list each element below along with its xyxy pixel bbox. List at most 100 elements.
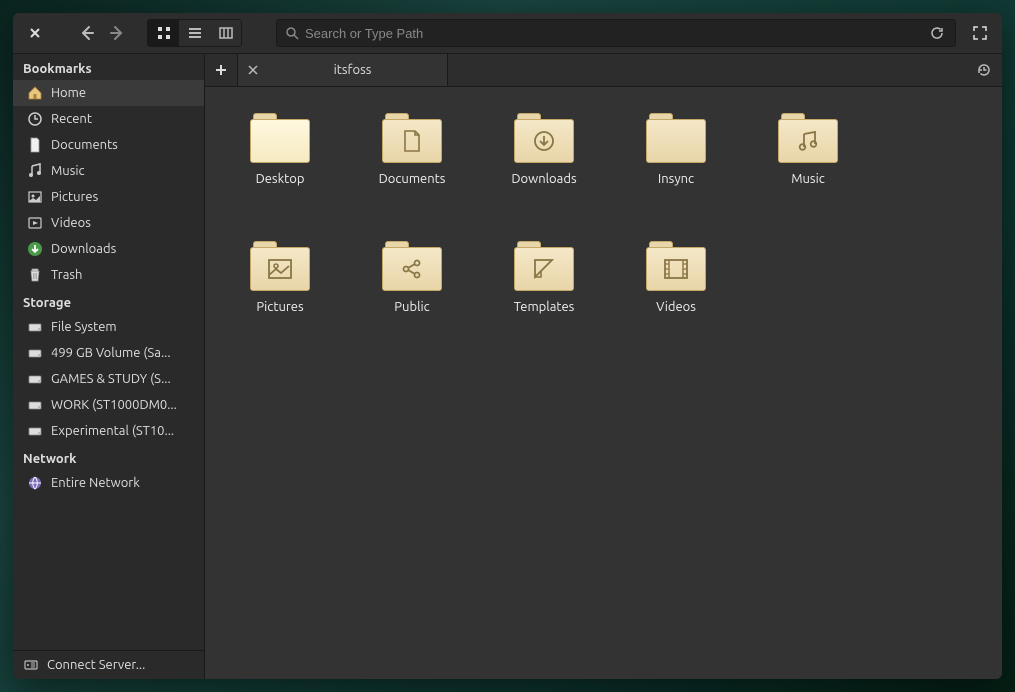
sidebar-item-label: Trash bbox=[51, 268, 82, 282]
sidebar-item-label: Entire Network bbox=[51, 476, 140, 490]
nav-group bbox=[73, 19, 131, 47]
list-view-button[interactable] bbox=[179, 20, 210, 46]
folder-label: Insync bbox=[652, 171, 700, 187]
folder-icon bbox=[250, 113, 310, 163]
folder-icon bbox=[514, 241, 574, 291]
sidebar-item-music[interactable]: Music bbox=[13, 158, 204, 184]
sidebar-item-trash[interactable]: Trash bbox=[13, 262, 204, 288]
main-area: itsfoss Desktop Documents Downloads Insync M… bbox=[205, 54, 1002, 679]
sidebar-item-label: File System bbox=[51, 320, 117, 334]
folder-insync[interactable]: Insync bbox=[611, 109, 741, 229]
folder-icon bbox=[778, 113, 838, 163]
folder-documents[interactable]: Documents bbox=[347, 109, 477, 229]
column-view-button[interactable] bbox=[210, 20, 241, 46]
sidebar-item-label: Pictures bbox=[51, 190, 98, 204]
folder-templates[interactable]: Templates bbox=[479, 237, 609, 357]
connect-server-label: Connect Server... bbox=[47, 658, 145, 672]
search-input[interactable] bbox=[305, 26, 921, 41]
folder-grid[interactable]: Desktop Documents Downloads Insync Music Pict… bbox=[205, 87, 1002, 679]
sidebar-item-label: 499 GB Volume (Sa... bbox=[51, 346, 171, 360]
icon-view-button[interactable] bbox=[148, 20, 179, 46]
folder-label: Public bbox=[388, 299, 435, 315]
toolbar-right bbox=[966, 19, 994, 47]
tab-title: itsfoss bbox=[268, 63, 437, 77]
connect-server-icon bbox=[23, 657, 39, 673]
folder-pictures[interactable]: Pictures bbox=[215, 237, 345, 357]
sidebar-item-label: Videos bbox=[51, 216, 91, 230]
folder-videos[interactable]: Videos bbox=[611, 237, 741, 357]
folder-music[interactable]: Music bbox=[743, 109, 873, 229]
body: Bookmarks Home Recent Documents Music Picture… bbox=[13, 54, 1002, 679]
folder-icon bbox=[382, 113, 442, 163]
sidebar-item-label: Home bbox=[51, 86, 86, 100]
documents-icon bbox=[27, 137, 43, 153]
sidebar-item-file-system[interactable]: File System bbox=[13, 314, 204, 340]
folder-label: Music bbox=[785, 171, 831, 187]
sidebar-item-experimental-st10[interactable]: Experimental (ST10... bbox=[13, 418, 204, 444]
sidebar-item-label: GAMES & STUDY (S... bbox=[51, 372, 171, 386]
sidebar-item-work-st1000dm0[interactable]: WORK (ST1000DM0... bbox=[13, 392, 204, 418]
recent-icon bbox=[27, 111, 43, 127]
folder-label: Templates bbox=[508, 299, 581, 315]
sidebar-item-entire-network[interactable]: Entire Network bbox=[13, 470, 204, 496]
sidebar-item-recent[interactable]: Recent bbox=[13, 106, 204, 132]
sidebar-section-header: Storage bbox=[13, 288, 204, 314]
folder-icon bbox=[646, 113, 706, 163]
folder-icon bbox=[646, 241, 706, 291]
search-bar[interactable] bbox=[276, 19, 956, 47]
sidebar-item-label: Recent bbox=[51, 112, 92, 126]
toolbar bbox=[13, 13, 1002, 54]
forward-button[interactable] bbox=[103, 19, 131, 47]
refresh-button[interactable] bbox=[927, 23, 947, 43]
pictures-icon bbox=[27, 189, 43, 205]
sidebar-item-499-gb-volume-sa[interactable]: 499 GB Volume (Sa... bbox=[13, 340, 204, 366]
sidebar-item-home[interactable]: Home bbox=[13, 80, 204, 106]
sidebar-section-header: Bookmarks bbox=[13, 54, 204, 80]
home-icon bbox=[27, 85, 43, 101]
close-button[interactable] bbox=[21, 19, 49, 47]
sidebar-item-label: Music bbox=[51, 164, 85, 178]
tab-close-icon[interactable] bbox=[248, 65, 258, 75]
file-manager-window: Bookmarks Home Recent Documents Music Picture… bbox=[13, 13, 1002, 679]
back-button[interactable] bbox=[73, 19, 101, 47]
disk-icon bbox=[27, 397, 43, 413]
sidebar-item-documents[interactable]: Documents bbox=[13, 132, 204, 158]
search-icon bbox=[285, 26, 299, 40]
disk-icon bbox=[27, 423, 43, 439]
disk-icon bbox=[27, 319, 43, 335]
network-icon bbox=[27, 475, 43, 491]
history-button[interactable] bbox=[966, 54, 1002, 86]
folder-icon bbox=[382, 241, 442, 291]
folder-label: Documents bbox=[373, 171, 452, 187]
trash-icon bbox=[27, 267, 43, 283]
sidebar-item-games-study-s[interactable]: GAMES & STUDY (S... bbox=[13, 366, 204, 392]
folder-public[interactable]: Public bbox=[347, 237, 477, 357]
view-mode-group bbox=[147, 19, 242, 47]
disk-icon bbox=[27, 345, 43, 361]
music-icon bbox=[27, 163, 43, 179]
sidebar: Bookmarks Home Recent Documents Music Picture… bbox=[13, 54, 205, 679]
sidebar-item-label: WORK (ST1000DM0... bbox=[51, 398, 177, 412]
disk-icon bbox=[27, 371, 43, 387]
sidebar-item-label: Experimental (ST10... bbox=[51, 424, 174, 438]
tab-bar: itsfoss bbox=[205, 54, 1002, 87]
sidebar-item-label: Downloads bbox=[51, 242, 116, 256]
folder-desktop[interactable]: Desktop bbox=[215, 109, 345, 229]
sidebar-item-downloads[interactable]: Downloads bbox=[13, 236, 204, 262]
fullscreen-button[interactable] bbox=[966, 19, 994, 47]
new-tab-button[interactable] bbox=[205, 54, 238, 86]
videos-icon bbox=[27, 215, 43, 231]
downloads-icon bbox=[27, 241, 43, 257]
folder-label: Downloads bbox=[505, 171, 582, 187]
folder-label: Videos bbox=[650, 299, 702, 315]
connect-server-button[interactable]: Connect Server... bbox=[13, 650, 204, 679]
folder-label: Pictures bbox=[250, 299, 309, 315]
sidebar-spacer bbox=[13, 496, 204, 650]
folder-downloads[interactable]: Downloads bbox=[479, 109, 609, 229]
sidebar-section-header: Network bbox=[13, 444, 204, 470]
sidebar-item-pictures[interactable]: Pictures bbox=[13, 184, 204, 210]
tabbar-spacer bbox=[448, 54, 966, 86]
sidebar-item-label: Documents bbox=[51, 138, 118, 152]
sidebar-item-videos[interactable]: Videos bbox=[13, 210, 204, 236]
tab-itsfoss[interactable]: itsfoss bbox=[238, 54, 448, 86]
